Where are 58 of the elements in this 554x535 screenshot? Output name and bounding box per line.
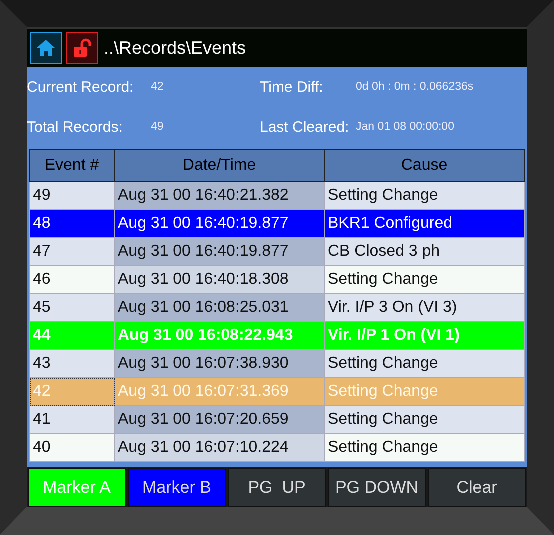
table-row[interactable]: 40 Aug 31 00 16:07:10.224 Setting Change — [30, 434, 524, 462]
unlocked-padlock-icon — [72, 38, 92, 58]
table-cell: Aug 31 00 16:07:10.224 — [114, 434, 324, 462]
table-cell: Setting Change — [324, 266, 524, 294]
soft-key-button[interactable]: Clear — [428, 468, 526, 507]
table-cell: 40 — [30, 434, 114, 462]
soft-key-button[interactable]: Marker B — [128, 468, 226, 507]
table-row[interactable]: 47 Aug 31 00 16:40:19.877 CB Closed 3 ph — [30, 238, 524, 266]
table-cell: Setting Change — [324, 350, 524, 378]
table-row[interactable]: 49 Aug 31 00 16:40:21.382 Setting Change — [30, 182, 524, 210]
table-cell: Aug 31 00 16:07:38.930 — [114, 350, 324, 378]
table-cell: Setting Change — [324, 434, 524, 462]
field-value: 42 — [151, 81, 164, 93]
field-label: Time Diff: — [260, 78, 324, 96]
table-row[interactable]: 48 Aug 31 00 16:40:19.877 BKR1 Configured — [30, 210, 524, 238]
table-cell: 44 — [30, 322, 114, 350]
field-value: 49 — [151, 121, 164, 133]
home-icon — [36, 38, 56, 58]
field-value: 0d 0h : 0m : 0.066236s — [356, 81, 474, 93]
field-label: Current Record: — [27, 78, 135, 96]
table-cell: 41 — [30, 406, 114, 434]
table-cell: Aug 31 00 16:08:25.031 — [114, 294, 324, 322]
field-value: Jan 01 08 00:00:00 — [356, 121, 454, 133]
table-row[interactable]: 45 Aug 31 00 16:08:25.031 Vir. I/P 3 On (VI 3) — [30, 294, 524, 322]
soft-key-button[interactable]: PG UP — [228, 468, 326, 507]
breadcrumb-path: ..\Records\Events — [104, 38, 246, 58]
table-cell: 46 — [30, 266, 114, 294]
table-cell: BKR1 Configured — [324, 210, 524, 238]
table-cell: 47 — [30, 238, 114, 266]
table-cell: Setting Change — [324, 182, 524, 210]
field-label: Last Cleared: — [260, 118, 350, 136]
table-cell: 45 — [30, 294, 114, 322]
table-cell: 42 — [30, 378, 114, 406]
table-cell: Aug 31 00 16:08:22.943 — [114, 322, 324, 350]
table-cell: 43 — [30, 350, 114, 378]
soft-key-button[interactable]: PG DOWN — [328, 468, 426, 507]
column-header: Date/Time — [114, 150, 324, 182]
table-cell: Aug 31 00 16:40:19.877 — [114, 210, 324, 238]
table-cell: 49 — [30, 182, 114, 210]
column-header: Event # — [30, 150, 114, 182]
table-cell: Setting Change — [324, 406, 524, 434]
field-label: Total Records: — [27, 118, 124, 136]
table-cell: Aug 31 00 16:40:21.382 — [114, 182, 324, 210]
table-cell: Setting Change — [324, 378, 524, 406]
table-cell: Aug 31 00 16:07:31.369 — [114, 378, 324, 406]
table-row[interactable]: 41 Aug 31 00 16:07:20.659 Setting Change — [30, 406, 524, 434]
home-button[interactable] — [30, 32, 62, 64]
table-cell: Vir. I/P 3 On (VI 3) — [324, 294, 524, 322]
table-cell: CB Closed 3 ph — [324, 238, 524, 266]
table-cell: Aug 31 00 16:40:18.308 — [114, 266, 324, 294]
table-cell: Aug 31 00 16:40:19.877 — [114, 238, 324, 266]
table-cell: 48 — [30, 210, 114, 238]
column-header: Cause — [324, 150, 524, 182]
table-cell: Aug 31 00 16:07:20.659 — [114, 406, 324, 434]
lock-button[interactable] — [66, 32, 98, 64]
table-row[interactable]: 43 Aug 31 00 16:07:38.930 Setting Change — [30, 350, 524, 378]
table-row[interactable]: 46 Aug 31 00 16:40:18.308 Setting Change — [30, 266, 524, 294]
table-cell: Vir. I/P 1 On (VI 1) — [324, 322, 524, 350]
